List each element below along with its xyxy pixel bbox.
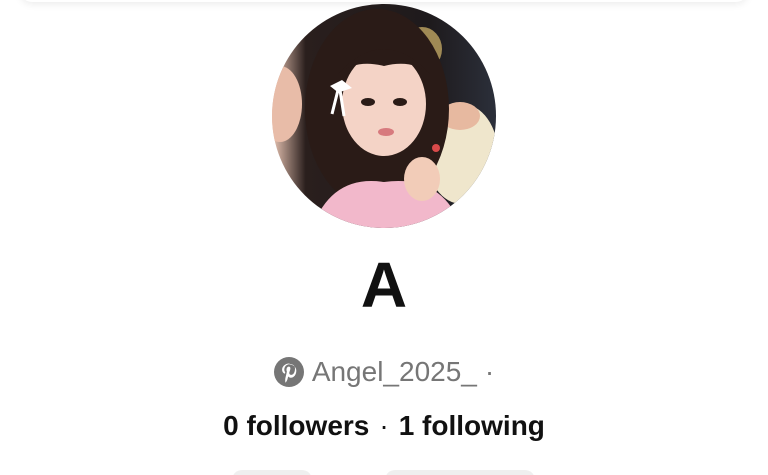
username-dot: · <box>484 356 495 387</box>
follow-separator: · <box>379 410 389 441</box>
edit-profile-button[interactable] <box>385 470 535 475</box>
followers-count[interactable]: 0 followers <box>223 410 369 442</box>
avatar[interactable] <box>272 4 496 228</box>
username-row: Angel_2025_ · <box>0 352 768 392</box>
username[interactable]: Angel_2025_ <box>312 356 477 388</box>
display-name: A <box>360 249 408 321</box>
pinterest-icon <box>273 357 304 387</box>
top-bar-edge <box>20 0 748 2</box>
avatar-photo <box>272 4 496 228</box>
following-count[interactable]: 1 following <box>399 410 545 442</box>
profile-header: A Angel_2025_ · 0 followers · 1 followin… <box>0 0 768 475</box>
share-button[interactable] <box>232 470 312 475</box>
follow-stats: 0 followers · 1 following <box>0 406 768 446</box>
